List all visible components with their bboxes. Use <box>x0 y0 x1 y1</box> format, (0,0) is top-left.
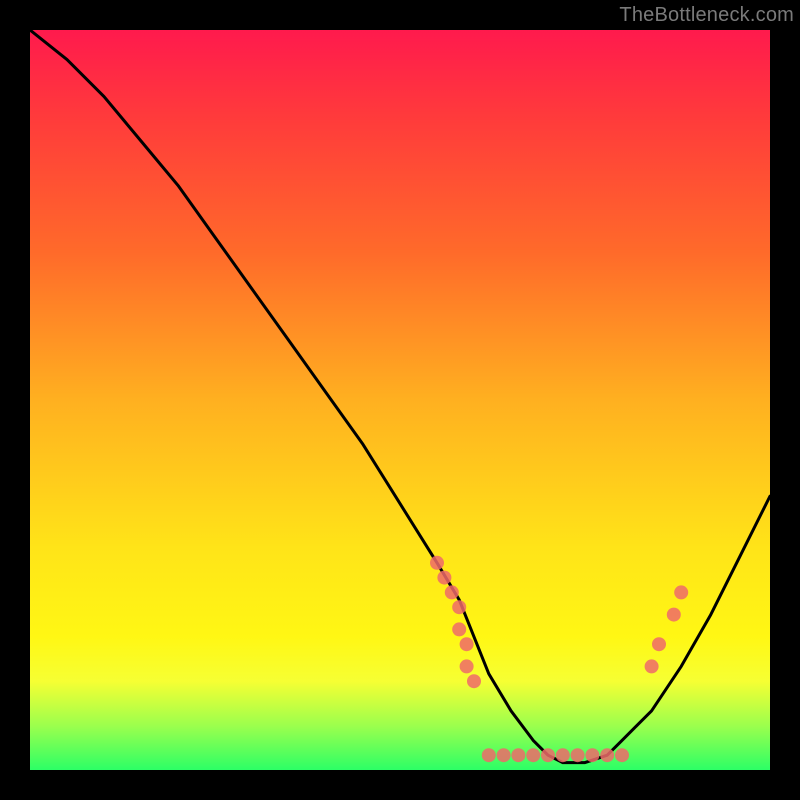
plot-area <box>30 30 770 770</box>
highlight-dot <box>541 748 555 762</box>
watermark-text: TheBottleneck.com <box>619 4 794 27</box>
highlight-dot <box>556 748 570 762</box>
highlight-dot <box>511 748 525 762</box>
highlight-dot <box>600 748 614 762</box>
curve-layer <box>30 30 770 770</box>
highlight-dot <box>497 748 511 762</box>
highlight-dot <box>674 585 688 599</box>
highlight-dot <box>467 674 481 688</box>
highlight-points <box>430 556 688 762</box>
highlight-dot <box>445 585 459 599</box>
highlight-dot <box>460 637 474 651</box>
highlight-dot <box>437 571 451 585</box>
highlight-dot <box>430 556 444 570</box>
highlight-dot <box>482 748 496 762</box>
highlight-dot <box>645 659 659 673</box>
highlight-dot <box>460 659 474 673</box>
highlight-dot <box>667 608 681 622</box>
bottleneck-curve <box>30 30 770 763</box>
highlight-dot <box>452 622 466 636</box>
highlight-dot <box>452 600 466 614</box>
chart-frame: TheBottleneck.com <box>0 0 800 800</box>
highlight-dot <box>571 748 585 762</box>
highlight-dot <box>526 748 540 762</box>
highlight-dot <box>585 748 599 762</box>
highlight-dot <box>615 748 629 762</box>
highlight-dot <box>652 637 666 651</box>
